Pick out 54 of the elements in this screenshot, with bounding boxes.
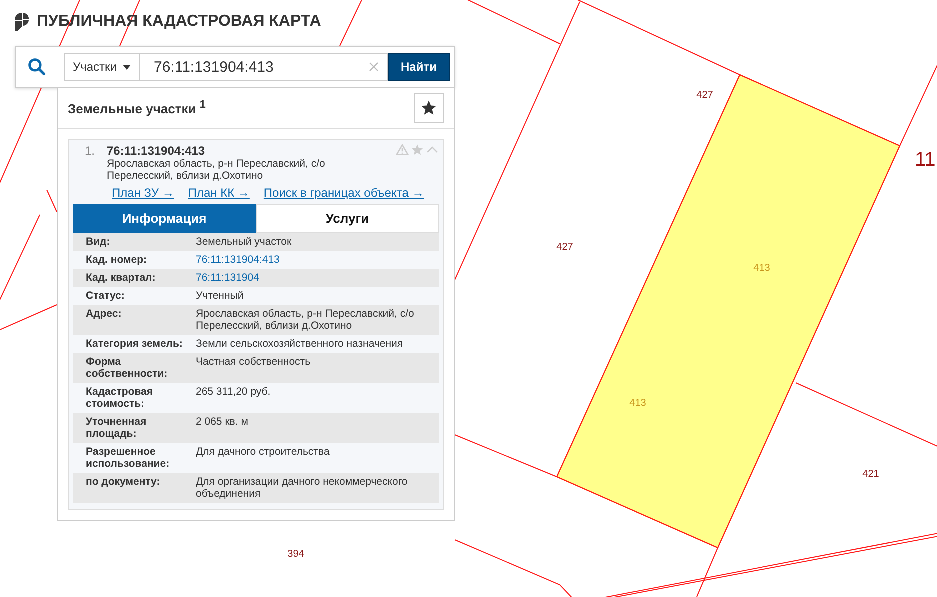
attribute-value: 2 065 кв. м <box>196 416 250 430</box>
result-index: 1. <box>84 144 96 158</box>
attribute-label: Категория земель: <box>85 338 184 350</box>
attribute-value: Для дачного строительства <box>196 446 331 460</box>
clear-icon[interactable] <box>369 62 380 72</box>
attribute-label: Разрешенное использование: <box>85 446 171 470</box>
cadastral-number[interactable]: 76:11:131904:413 <box>107 144 396 158</box>
attribute-label: Кад. номер: <box>85 254 148 266</box>
attribute-value: Ярославская область, р-н Переславский, с/о Перелесский, вблизи д.Охотино <box>196 308 416 332</box>
results-title: Земельные участки $^{1}$ <box>68 99 206 117</box>
attribute-value: Земли сельскохозяйственного назначения <box>196 338 404 350</box>
attribute-link[interactable]: 76:11:131904:413 <box>196 254 439 266</box>
search-icon[interactable] <box>28 58 46 76</box>
caret-icon <box>123 64 131 70</box>
parcel-number: 427 <box>556 242 574 253</box>
search-field[interactable]: 76:11:131904:413 <box>140 53 388 81</box>
attribute-label: Кад. квартал: <box>85 272 157 284</box>
plan-link[interactable]: План ЗУ → <box>112 186 174 200</box>
attribute-label: Статус: <box>85 290 126 302</box>
attribute-label: Кадастровая стоимость: <box>85 386 154 410</box>
attribute-label: Уточненная площадь: <box>85 416 148 440</box>
star-icon[interactable] <box>411 144 424 156</box>
parcel-boundary <box>46 190 58 212</box>
tab[interactable]: Информация <box>73 204 256 233</box>
attribute-value: Земельный участок <box>196 236 293 248</box>
attribute-link[interactable]: 76:11:131904 <box>196 272 439 284</box>
favorites-button[interactable] <box>414 93 444 123</box>
category-dropdown[interactable]: Участки <box>64 53 140 81</box>
attribute-value: Учтенный <box>196 290 245 302</box>
attribute-value: 265 311,20 руб. <box>196 386 272 400</box>
tab[interactable]: Услуги <box>256 204 439 233</box>
attribute-label: Вид: <box>85 236 112 248</box>
attribute-value: Для организации дачного некоммерческого объединения <box>196 476 409 500</box>
logo-icon <box>15 13 29 31</box>
search-input[interactable]: 76:11:131904:413 <box>152 58 370 76</box>
attribute-value: Частная собственность <box>196 356 312 370</box>
parcel-number: 421 <box>862 469 880 480</box>
plan-link[interactable]: План КК → <box>188 186 250 200</box>
parcel-number: 427 <box>696 90 714 101</box>
find-button[interactable]: Найти <box>388 53 450 81</box>
attribute-label: Адрес: <box>85 308 123 322</box>
attribute-label: Форма собственности: <box>85 356 169 380</box>
plan-link[interactable]: Поиск в границах объекта → <box>264 186 424 200</box>
parcel-boundary <box>340 0 362 46</box>
warning-icon[interactable] <box>396 144 409 156</box>
parcel-number: 11 <box>915 149 936 171</box>
star-icon <box>421 100 437 116</box>
result-address: Ярославская область, р-н Переславский, с/о Перелесский, вблизи д.Охотино <box>107 158 326 182</box>
parcel-number: 413 <box>754 263 770 274</box>
selected-parcel[interactable] <box>556 74 901 549</box>
parcel-boundary <box>0 304 58 330</box>
parcel-number: 394 <box>288 549 304 560</box>
attribute-label: по документу: <box>85 476 162 490</box>
parcel-number: 413 <box>630 398 646 409</box>
